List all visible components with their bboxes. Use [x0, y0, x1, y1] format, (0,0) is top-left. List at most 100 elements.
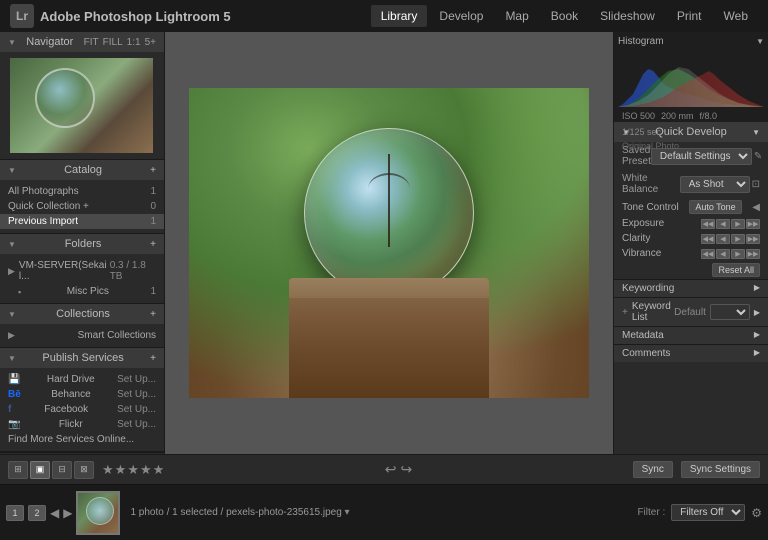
filmstrip-nav-right[interactable]: ▶ — [63, 506, 72, 520]
filter-dropdown[interactable]: Filters Off — [671, 504, 745, 521]
catalog-quick-count: 0 — [150, 201, 156, 212]
catalog-header[interactable]: ▼ Catalog + — [0, 160, 164, 180]
rotate-left-btn[interactable]: ↩ — [385, 461, 397, 478]
filename-dropdown-arrow[interactable]: ▾ — [345, 507, 350, 518]
reset-all-btn[interactable]: Reset All — [712, 263, 760, 277]
catalog-title: Catalog — [64, 164, 102, 176]
harddrive-action[interactable]: Set Up... — [117, 374, 156, 385]
catalog-content: All Photographs 1 Quick Collection + 0 P… — [0, 180, 164, 233]
survey-view-btn[interactable]: ⊠ — [74, 461, 94, 479]
facebook-icon: f — [8, 404, 11, 415]
navigator-triangle: ▼ — [8, 38, 16, 47]
publish-harddrive[interactable]: 💾 Hard Drive Set Up... — [0, 372, 164, 387]
nav-fill-btn[interactable]: FILL — [103, 37, 123, 48]
collections-content: ▶ Smart Collections — [0, 324, 164, 347]
filmstrip-page-1[interactable]: 1 — [6, 505, 24, 521]
compare-view-btn[interactable]: ⊟ — [52, 461, 72, 479]
keywording-row[interactable]: Keywording ▶ — [614, 279, 768, 297]
sync-button[interactable]: Sync — [633, 461, 673, 478]
clarity-box-4[interactable]: ▶▶ — [746, 234, 760, 244]
nav-fit-btn[interactable]: FIT — [84, 37, 99, 48]
smart-collections[interactable]: ▶ Smart Collections — [0, 328, 164, 343]
exp-box-2[interactable]: ◀ — [716, 219, 730, 229]
star-2[interactable]: ★ — [115, 462, 127, 478]
nav-slideshow[interactable]: Slideshow — [590, 5, 665, 27]
publish-behance[interactable]: Bē Behance Set Up... — [0, 387, 164, 402]
star-5[interactable]: ★ — [153, 462, 165, 478]
exp-box-4[interactable]: ▶▶ — [746, 219, 760, 229]
star-3[interactable]: ★ — [127, 462, 139, 478]
clarity-box-3[interactable]: ▶ — [731, 234, 745, 244]
collections-triangle: ▼ — [8, 310, 16, 319]
vibrance-box-2[interactable]: ◀ — [716, 249, 730, 259]
metadata-triangle: ▶ — [754, 330, 760, 341]
metadata-row[interactable]: Metadata ▶ — [614, 326, 768, 344]
exp-box-1[interactable]: ◀◀ — [701, 219, 715, 229]
star-rating[interactable]: ★ ★ ★ ★ ★ — [102, 462, 164, 478]
nav-1-1-btn[interactable]: 1:1 — [127, 37, 141, 48]
histogram-triangle: ▼ — [756, 37, 764, 46]
main-photo[interactable] — [189, 88, 589, 398]
star-1[interactable]: ★ — [102, 462, 114, 478]
right-panel: Histogram ▼ — [613, 32, 768, 454]
filmstrip-nav-left[interactable]: ◀ — [50, 506, 59, 520]
find-services-label: Find More Services Online... — [8, 434, 134, 445]
sync-settings-button[interactable]: Sync Settings — [681, 461, 760, 478]
navigator-controls: FIT FILL 1:1 5+ — [84, 37, 156, 48]
histogram-area: Histogram ▼ — [614, 32, 768, 122]
nav-print[interactable]: Print — [667, 5, 712, 27]
nav-map[interactable]: Map — [495, 5, 538, 27]
kw-dropdown[interactable] — [710, 304, 750, 320]
clarity-box-2[interactable]: ◀ — [716, 234, 730, 244]
flickr-action[interactable]: Set Up... — [117, 419, 156, 430]
facebook-action[interactable]: Set Up... — [117, 404, 156, 415]
vibrance-box-3[interactable]: ▶ — [731, 249, 745, 259]
focal-length-value: 200 mm — [661, 111, 694, 121]
nav-web[interactable]: Web — [714, 5, 758, 27]
auto-tone-btn[interactable]: Auto Tone — [689, 200, 741, 214]
photo-info: ISO 500 200 mm f/8.0 1/125 sec — [618, 109, 764, 139]
kw-list-triangle: ▶ — [754, 308, 760, 317]
rotate-right-btn[interactable]: ↪ — [400, 461, 412, 478]
filmstrip-right: Filter : Filters Off ⚙ — [637, 504, 762, 521]
tone-control-label: Tone Control — [622, 202, 679, 213]
exposure-row: Exposure ◀◀ ◀ ▶ ▶▶ — [614, 216, 768, 231]
vibrance-box-4[interactable]: ▶▶ — [746, 249, 760, 259]
navigator-thumbnail[interactable] — [10, 58, 153, 153]
filmstrip-page-2[interactable]: 2 — [28, 505, 46, 521]
nav-library[interactable]: Library — [371, 5, 428, 27]
star-4[interactable]: ★ — [140, 462, 152, 478]
vibrance-box-1[interactable]: ◀◀ — [701, 249, 715, 259]
exp-box-3[interactable]: ▶ — [731, 219, 745, 229]
nav-develop[interactable]: Develop — [429, 5, 493, 27]
grid-view-btn[interactable]: ⊞ — [8, 461, 28, 479]
vibrance-row: Vibrance ◀◀ ◀ ▶ ▶▶ — [614, 246, 768, 261]
publish-facebook[interactable]: f Facebook Set Up... — [0, 402, 164, 417]
behance-action[interactable]: Set Up... — [117, 389, 156, 400]
white-balance-dropdown[interactable]: As Shot — [680, 176, 750, 193]
collections-header[interactable]: ▼ Collections + — [0, 304, 164, 324]
harddrive-icon: 💾 — [8, 374, 20, 385]
publish-header[interactable]: ▼ Publish Services + — [0, 348, 164, 368]
navigator-title: Navigator — [26, 36, 73, 48]
collections-title: Collections — [56, 308, 110, 320]
catalog-quick-collection[interactable]: Quick Collection + 0 — [0, 199, 164, 214]
loupe-view-btn[interactable]: ▣ — [30, 461, 50, 479]
filmstrip-thumbnail[interactable] — [76, 491, 120, 535]
folder-misc-pics[interactable]: ▪ Misc Pics 1 — [0, 284, 164, 299]
comments-row[interactable]: Comments ▶ — [614, 344, 768, 362]
folders-header[interactable]: ▼ Folders + — [0, 234, 164, 254]
clarity-box-1[interactable]: ◀◀ — [701, 234, 715, 244]
publish-flickr[interactable]: 📷 Flickr Set Up... — [0, 417, 164, 432]
nav-book[interactable]: Book — [541, 5, 588, 27]
keyword-list-row[interactable]: + Keyword List Default ▶ — [614, 297, 768, 326]
catalog-all-photos[interactable]: All Photographs 1 — [0, 184, 164, 199]
catalog-previous-import[interactable]: Previous Import 1 — [0, 214, 164, 229]
main-layout: ▼ Navigator FIT FILL 1:1 5+ ▼ Catalog + — [0, 32, 768, 454]
catalog-all-photos-count: 1 — [150, 186, 156, 197]
nav-5plus-btn[interactable]: 5+ — [145, 37, 156, 48]
filter-settings-icon[interactable]: ⚙ — [751, 506, 762, 520]
filmstrip-ball — [86, 497, 114, 525]
folder-vm-server[interactable]: ▶ VM-SERVER(Sekai l... 0.3 / 1.8 TB — [0, 258, 164, 284]
find-more-services[interactable]: Find More Services Online... — [0, 432, 164, 447]
